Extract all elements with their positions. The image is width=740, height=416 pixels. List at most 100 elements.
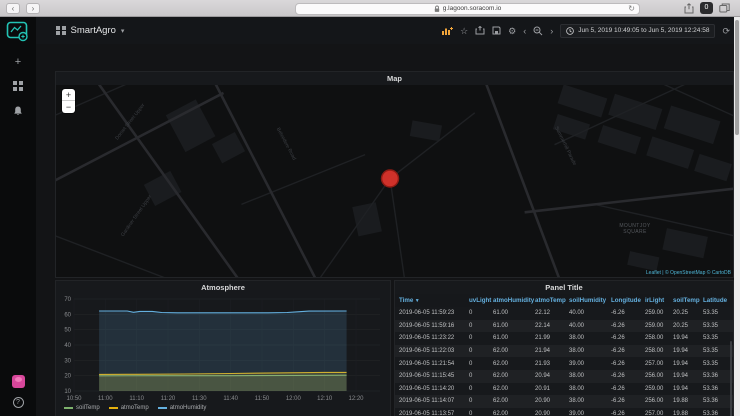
help-icon[interactable]: ? xyxy=(13,397,24,408)
table-cell: 2019-06-05 11:23:22 xyxy=(395,332,465,345)
table-cell: 53.36 xyxy=(699,383,733,396)
table-cell: 53.35 xyxy=(699,307,733,320)
map-panel: Map xyxy=(55,71,734,278)
url-bar[interactable]: g.lagoon.soracom.io ↻ xyxy=(295,3,640,15)
table-cell: -6.26 xyxy=(607,320,641,333)
extension-badge[interactable]: 0 xyxy=(700,2,713,14)
table-panel-title[interactable]: Panel Title xyxy=(395,281,733,294)
table-cell: 256.00 xyxy=(641,370,669,383)
table-cell: -6.26 xyxy=(607,408,641,416)
time-back-icon[interactable]: ‹ xyxy=(523,26,526,36)
legend-item-atmoHumidity[interactable]: atmoHumidity xyxy=(158,405,207,411)
chevron-down-icon: ▾ xyxy=(121,27,125,35)
table-cell: 62.00 xyxy=(489,408,531,416)
time-forward-icon[interactable]: › xyxy=(550,26,553,36)
table-cell: 21.93 xyxy=(531,357,565,370)
legend-label: atmoTemp xyxy=(121,405,149,411)
url-text: g.lagoon.soracom.io xyxy=(443,5,502,12)
column-header-atmoTemp[interactable]: atmoTemp xyxy=(531,294,565,307)
table-cell: 259.00 xyxy=(641,307,669,320)
svg-text:11:10: 11:10 xyxy=(129,396,144,402)
atmosphere-chart: 1020304050607010:5011:0011:1011:2011:301… xyxy=(56,294,390,404)
map-zoom-out-button[interactable]: − xyxy=(62,101,75,113)
column-header-Longitude[interactable]: Longitude xyxy=(607,294,641,307)
dashboards-icon[interactable] xyxy=(13,81,23,91)
save-icon[interactable] xyxy=(492,26,501,35)
chart-legend: soilTemp atmoTemp atmoHumidity xyxy=(64,405,390,411)
page-scrollbar-thumb[interactable] xyxy=(735,20,739,135)
table-panel: Panel Title Time ▼uvLightatmoHumidityatm… xyxy=(394,280,734,416)
browser-back-button[interactable]: ‹ xyxy=(6,3,20,14)
column-header-Time[interactable]: Time ▼ xyxy=(395,294,465,307)
table-cell: 257.00 xyxy=(641,357,669,370)
settings-gear-icon[interactable]: ⚙ xyxy=(508,26,516,36)
page-scrollbar[interactable] xyxy=(734,17,740,416)
table-cell: 20.25 xyxy=(669,307,699,320)
column-header-uvLight[interactable]: uvLight xyxy=(465,294,489,307)
table-cell: 53.35 xyxy=(699,332,733,345)
table-cell: 19.88 xyxy=(669,395,699,408)
column-header-soilHumidity[interactable]: soilHumidity xyxy=(565,294,607,307)
table-cell: -6.26 xyxy=(607,332,641,345)
add-panel-icon[interactable] xyxy=(441,26,453,36)
map-panel-title[interactable]: Map xyxy=(56,72,733,85)
table-cell: 53.36 xyxy=(699,408,733,416)
share-dashboard-icon[interactable] xyxy=(475,26,485,35)
table-cell: 259.00 xyxy=(641,383,669,396)
lagoon-logo[interactable] xyxy=(6,21,30,43)
table-cell: 38.00 xyxy=(565,370,607,383)
table-cell: -6.26 xyxy=(607,383,641,396)
lock-icon xyxy=(434,5,440,13)
time-range-picker[interactable]: Jun 5, 2019 10:49:05 to Jun 5, 2019 12:2… xyxy=(560,24,715,38)
map-canvas[interactable] xyxy=(56,85,733,277)
legend-item-atmoTemp[interactable]: atmoTemp xyxy=(109,405,149,411)
table-cell: 53.35 xyxy=(699,357,733,370)
table-cell: 19.94 xyxy=(669,357,699,370)
map-attribution[interactable]: Leaflet | © OpenStreetMap © CartoDB xyxy=(646,270,731,276)
zoom-out-icon[interactable] xyxy=(533,26,543,36)
column-header-irLight[interactable]: irLight xyxy=(641,294,669,307)
table-scrollbar[interactable] xyxy=(730,341,732,416)
map-marker[interactable] xyxy=(382,170,399,187)
svg-text:11:20: 11:20 xyxy=(161,396,176,402)
column-header-Latitude[interactable]: Latitude xyxy=(699,294,733,307)
svg-text:11:40: 11:40 xyxy=(223,396,238,402)
table-cell: 62.00 xyxy=(489,345,531,358)
refresh-icon[interactable]: ⟳ xyxy=(722,26,730,36)
atmosphere-panel-title[interactable]: Atmosphere xyxy=(56,281,390,294)
sensor-table: Time ▼uvLightatmoHumidityatmoTempsoilHum… xyxy=(395,294,733,416)
table-row: 2019-06-05 11:22:03062.0021.9438.00-6.26… xyxy=(395,345,733,358)
table-cell: 19.88 xyxy=(669,408,699,416)
table-cell: 53.36 xyxy=(699,395,733,408)
table-cell: 2019-06-05 11:21:54 xyxy=(395,357,465,370)
add-icon[interactable]: + xyxy=(15,57,21,67)
browser-forward-button[interactable]: › xyxy=(26,3,40,14)
table-row: 2019-06-05 11:13:57062.0020.9039.00-6.26… xyxy=(395,408,733,416)
table-cell: 19.94 xyxy=(669,370,699,383)
table-cell: 2019-06-05 11:15:45 xyxy=(395,370,465,383)
tabs-icon[interactable] xyxy=(719,3,730,13)
table-cell: -6.26 xyxy=(607,357,641,370)
dashboard-grid-icon xyxy=(56,26,66,36)
share-icon[interactable] xyxy=(684,3,694,14)
reload-icon[interactable]: ↻ xyxy=(628,4,635,13)
table-cell: 38.00 xyxy=(565,395,607,408)
table-cell: 62.00 xyxy=(489,357,531,370)
map-area[interactable]: + − MOUNTJOY SQUARE Dorset Street UpperG… xyxy=(56,85,733,277)
user-avatar[interactable] xyxy=(12,375,25,388)
legend-label: atmoHumidity xyxy=(170,405,207,411)
screen: ‹ › g.lagoon.soracom.io ↻ 0 xyxy=(0,0,740,416)
table-cell: 40.00 xyxy=(565,307,607,320)
legend-item-soilTemp[interactable]: soilTemp xyxy=(64,405,100,411)
dashboard-title-dropdown[interactable]: SmartAgro ▾ xyxy=(56,25,124,36)
star-icon[interactable]: ☆ xyxy=(460,26,468,36)
table-cell: 53.35 xyxy=(699,320,733,333)
table-cell: 53.36 xyxy=(699,370,733,383)
svg-text:60: 60 xyxy=(64,312,71,318)
alerting-bell-icon[interactable] xyxy=(12,105,24,117)
column-header-atmoHumidity[interactable]: atmoHumidity xyxy=(489,294,531,307)
column-header-soilTemp[interactable]: soilTemp xyxy=(669,294,699,307)
table-cell: -6.26 xyxy=(607,370,641,383)
map-zoom-in-button[interactable]: + xyxy=(62,89,75,101)
table-cell: 258.00 xyxy=(641,332,669,345)
